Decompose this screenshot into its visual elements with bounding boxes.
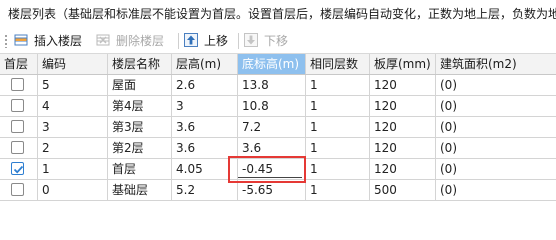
slab-thickness-cell[interactable]: 120: [370, 75, 436, 95]
toolbar: 插入楼层 删除楼层 上移 下移: [0, 28, 556, 54]
table-row[interactable]: 2 第2层 3.6 3.6 1 120 (0): [0, 138, 556, 159]
header-bottom-elevation[interactable]: 底标高(m): [238, 54, 306, 74]
slab-thickness-cell[interactable]: 500: [370, 180, 436, 200]
first-floor-cell: [0, 117, 38, 137]
first-floor-cell: [0, 96, 38, 116]
first-floor-cell: [0, 180, 38, 200]
floor-name-cell[interactable]: 基础层: [108, 180, 172, 200]
bottom-elevation-cell[interactable]: -5.65: [238, 180, 306, 200]
bottom-elevation-cell[interactable]: 7.2: [238, 117, 306, 137]
first-floor-checkbox[interactable]: [11, 162, 24, 175]
panel-title: 楼层列表（基础层和标准层不能设置为首层。设置首层后，楼层编码自动变化，正数为地上…: [0, 0, 556, 28]
building-area-cell[interactable]: (0): [436, 180, 556, 200]
same-floor-count-cell[interactable]: 1: [306, 159, 370, 179]
first-floor-checkbox[interactable]: [11, 78, 24, 91]
same-floor-count-cell[interactable]: 1: [306, 75, 370, 95]
building-area-cell[interactable]: (0): [436, 96, 556, 116]
floor-name-cell[interactable]: 首层: [108, 159, 172, 179]
arrow-up-icon: [184, 33, 198, 47]
table-header-row: 首层 编码 楼层名称 层高(m) 底标高(m) 相同层数 板厚(mm) 建筑面积…: [0, 54, 556, 75]
slab-thickness-cell[interactable]: 120: [370, 159, 436, 179]
building-area-cell[interactable]: (0): [436, 159, 556, 179]
first-floor-checkbox[interactable]: [11, 99, 24, 112]
delete-floor-label: 删除楼层: [116, 34, 165, 48]
floor-height-cell[interactable]: 2.6: [172, 75, 238, 95]
checkmark-icon: [13, 165, 24, 174]
floor-table: 首层 编码 楼层名称 层高(m) 底标高(m) 相同层数 板厚(mm) 建筑面积…: [0, 54, 556, 224]
insert-floor-button[interactable]: 插入楼层: [14, 30, 90, 52]
floor-name-cell[interactable]: 屋面: [108, 75, 172, 95]
floor-height-cell[interactable]: 4.05: [172, 159, 238, 179]
arrow-down-icon: [244, 33, 258, 47]
table-row[interactable]: 4 第4层 3 10.8 1 120 (0): [0, 96, 556, 117]
same-floor-count-cell[interactable]: 1: [306, 96, 370, 116]
same-floor-count-cell[interactable]: 1: [306, 180, 370, 200]
floor-list-panel: 楼层列表（基础层和标准层不能设置为首层。设置首层后，楼层编码自动变化，正数为地上…: [0, 0, 556, 224]
floor-name-cell[interactable]: 第3层: [108, 117, 172, 137]
code-cell[interactable]: 0: [38, 180, 108, 200]
first-floor-cell: [0, 138, 38, 158]
header-code[interactable]: 编码: [38, 54, 108, 74]
slab-thickness-cell[interactable]: 120: [370, 96, 436, 116]
delete-floor-button[interactable]: 删除楼层: [96, 30, 172, 52]
move-down-label: 下移: [264, 34, 289, 48]
delete-floor-icon: [96, 34, 110, 46]
floor-height-cell[interactable]: 3.6: [172, 117, 238, 137]
slab-thickness-cell[interactable]: 120: [370, 117, 436, 137]
bottom-elevation-cell[interactable]: -0.45: [238, 159, 306, 179]
code-cell[interactable]: 2: [38, 138, 108, 158]
same-floor-count-cell[interactable]: 1: [306, 117, 370, 137]
header-floor-height[interactable]: 层高(m): [172, 54, 238, 74]
first-floor-checkbox[interactable]: [11, 120, 24, 133]
cell-edit-underline: [238, 177, 302, 178]
code-cell[interactable]: 4: [38, 96, 108, 116]
code-cell[interactable]: 3: [38, 117, 108, 137]
insert-floor-icon: [14, 34, 28, 46]
code-cell[interactable]: 5: [38, 75, 108, 95]
table-row[interactable]: 5 屋面 2.6 13.8 1 120 (0): [0, 75, 556, 96]
building-area-cell[interactable]: (0): [436, 75, 556, 95]
move-up-label: 上移: [204, 34, 229, 48]
move-up-button[interactable]: 上移: [184, 30, 232, 52]
insert-floor-label: 插入楼层: [34, 34, 83, 48]
header-building-area[interactable]: 建筑面积(m2): [436, 54, 556, 74]
toolbar-separator: [238, 33, 239, 49]
header-slab-thickness[interactable]: 板厚(mm): [370, 54, 436, 74]
first-floor-checkbox[interactable]: [11, 141, 24, 154]
building-area-cell[interactable]: (0): [436, 117, 556, 137]
toolbar-grip-icon: [4, 34, 8, 48]
floor-height-cell[interactable]: 5.2: [172, 180, 238, 200]
code-cell[interactable]: 1: [38, 159, 108, 179]
header-first-floor[interactable]: 首层: [0, 54, 38, 74]
floor-name-cell[interactable]: 第2层: [108, 138, 172, 158]
bottom-elevation-cell[interactable]: 3.6: [238, 138, 306, 158]
table-row[interactable]: 3 第3层 3.6 7.2 1 120 (0): [0, 117, 556, 138]
first-floor-cell: [0, 159, 38, 179]
first-floor-cell: [0, 75, 38, 95]
toolbar-separator: [178, 33, 179, 49]
table-row[interactable]: 0 基础层 5.2 -5.65 1 500 (0): [0, 180, 556, 201]
floor-height-cell[interactable]: 3.6: [172, 138, 238, 158]
bottom-elevation-cell[interactable]: 13.8: [238, 75, 306, 95]
bottom-elevation-cell[interactable]: 10.8: [238, 96, 306, 116]
slab-thickness-cell[interactable]: 120: [370, 138, 436, 158]
header-same-floor-count[interactable]: 相同层数: [306, 54, 370, 74]
same-floor-count-cell[interactable]: 1: [306, 138, 370, 158]
building-area-cell[interactable]: (0): [436, 138, 556, 158]
header-floor-name[interactable]: 楼层名称: [108, 54, 172, 74]
floor-height-cell[interactable]: 3: [172, 96, 238, 116]
first-floor-checkbox[interactable]: [11, 183, 24, 196]
move-down-button[interactable]: 下移: [244, 30, 292, 52]
floor-name-cell[interactable]: 第4层: [108, 96, 172, 116]
